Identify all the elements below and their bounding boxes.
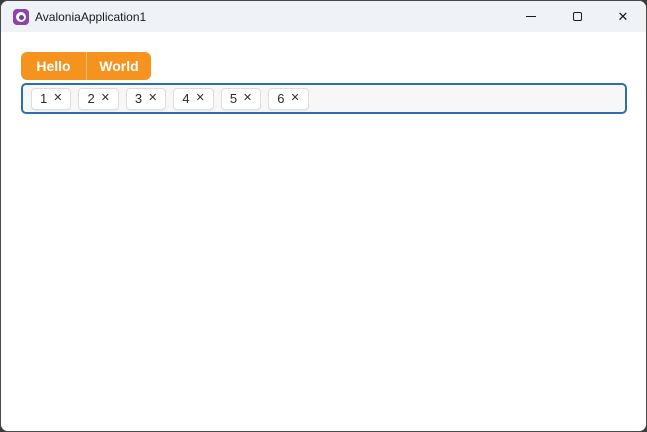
maximize-button[interactable] [554,1,600,32]
chip-1[interactable]: 1 ✕ [31,87,72,110]
chip-3-label: 3 [134,91,143,106]
tabstrip: Hello World [21,52,151,80]
tab-hello-label: Hello [36,58,71,74]
maximize-icon [572,12,582,21]
chip-5-label: 5 [229,91,238,106]
close-button[interactable]: ✕ [600,1,646,32]
avalonia-logo-dot [18,14,24,20]
chip-1-label: 1 [40,91,48,106]
close-icon: ✕ [617,9,629,24]
window-content: Hello World 1 ✕ 2 ✕ 3 ✕ 4 ✕ 5 ✕ 6 ✕ [1,32,646,431]
chip-4-remove-icon[interactable]: ✕ [196,93,205,104]
tab-hello[interactable]: Hello [21,52,86,80]
avalonia-logo-ring [16,12,26,22]
tab-world-label: World [99,58,139,74]
chip-2-label: 2 [87,91,95,106]
caption-buttons: ✕ [508,1,646,32]
chip-6[interactable]: 6 ✕ [268,87,309,110]
chip-1-remove-icon[interactable]: ✕ [53,93,62,104]
chip-3-remove-icon[interactable]: ✕ [148,93,157,104]
chip-6-remove-icon[interactable]: ✕ [291,93,300,104]
chip-3[interactable]: 3 ✕ [125,87,167,110]
app-window: AvaloniaApplication1 ✕ Hello World 1 ✕ 2… [0,0,647,432]
chip-5[interactable]: 5 ✕ [220,87,262,110]
chip-4-label: 4 [182,91,190,106]
avalonia-logo-icon [13,9,29,25]
minimize-button[interactable] [508,1,554,32]
titlebar: AvaloniaApplication1 ✕ [1,1,646,32]
window-title: AvaloniaApplication1 [35,9,147,24]
chip-6-label: 6 [277,91,285,106]
chip-2-remove-icon[interactable]: ✕ [101,93,110,104]
tab-world[interactable]: World [86,52,151,80]
minimize-icon [526,16,536,17]
chip-4[interactable]: 4 ✕ [173,87,214,110]
chip-5-remove-icon[interactable]: ✕ [243,93,252,104]
chip-2[interactable]: 2 ✕ [78,87,119,110]
chip-box: 1 ✕ 2 ✕ 3 ✕ 4 ✕ 5 ✕ 6 ✕ [21,83,627,114]
